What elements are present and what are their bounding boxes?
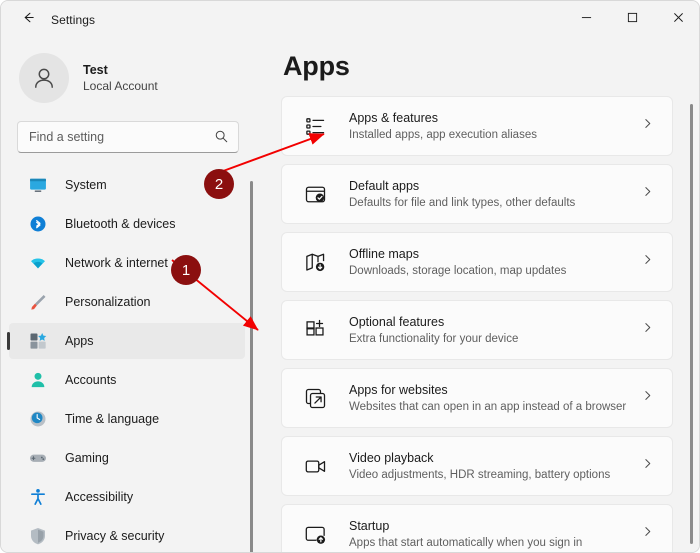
sidebar-item-label: Accounts [65, 373, 117, 387]
sidebar-item-accounts[interactable]: Accounts [9, 362, 245, 398]
sidebar-item-label: Personalization [65, 295, 151, 309]
sidebar-item-label: Time & language [65, 412, 160, 426]
card-subtitle: Extra functionality for your device [349, 332, 519, 345]
chevron-right-icon[interactable] [641, 321, 654, 339]
search-input[interactable] [29, 130, 204, 144]
account-type: Local Account [83, 78, 158, 93]
back-button[interactable] [13, 6, 43, 34]
settings-card-video-playback[interactable]: Video playback Video adjustments, HDR st… [281, 436, 673, 496]
content-scrollbar[interactable] [690, 104, 693, 544]
chevron-right-icon[interactable] [641, 185, 654, 203]
card-subtitle: Installed apps, app execution aliases [349, 128, 537, 141]
window-external-link-icon [302, 385, 328, 411]
gamepad-icon [27, 447, 49, 469]
card-subtitle: Defaults for file and link types, other … [349, 196, 576, 209]
window-controls [563, 1, 699, 39]
annotation-badge-2: 2 [204, 169, 234, 199]
list-bullets-icon [302, 113, 328, 139]
title-bar: Settings [1, 1, 699, 39]
settings-card-offline-maps[interactable]: Offline maps Downloads, storage location… [281, 232, 673, 292]
bluetooth-icon [27, 213, 49, 235]
content-pane: Apps Apps & features Installed apps, app… [253, 39, 699, 552]
sidebar-item-personalization[interactable]: Personalization [9, 284, 245, 320]
sidebar-item-label: Apps [65, 334, 94, 348]
account-name: Test [83, 62, 108, 77]
card-title: Offline maps [349, 246, 419, 261]
maximize-button[interactable] [609, 1, 655, 33]
startup-window-icon [302, 521, 328, 547]
sidebar-item-label: Privacy & security [65, 529, 165, 543]
close-button[interactable] [655, 1, 699, 33]
card-title: Apps & features [349, 110, 438, 125]
search-box[interactable] [17, 121, 239, 153]
search-icon [214, 129, 229, 149]
card-title: Video playback [349, 450, 434, 465]
account-section[interactable]: Test Local Account [19, 53, 253, 103]
settings-card-apps-for-websites[interactable]: Apps for websites Websites that can open… [281, 368, 673, 428]
sidebar-item-network-internet[interactable]: Network & internet [9, 245, 245, 281]
card-subtitle: Websites that can open in an app instead… [349, 400, 627, 413]
settings-card-list: Apps & features Installed apps, app exec… [253, 96, 699, 552]
annotation-badge-1: 1 [171, 255, 201, 285]
card-title: Optional features [349, 314, 445, 329]
back-arrow-icon [21, 10, 36, 30]
chevron-right-icon[interactable] [641, 525, 654, 543]
sidebar-item-accessibility[interactable]: Accessibility [9, 479, 245, 515]
window-title: Settings [51, 13, 96, 27]
card-title: Default apps [349, 178, 420, 193]
card-subtitle: Downloads, storage location, map updates [349, 264, 567, 277]
default-apps-check-icon [302, 181, 328, 207]
card-subtitle: Video adjustments, HDR streaming, batter… [349, 468, 611, 481]
sidebar-item-privacy-security[interactable]: Privacy & security [9, 518, 245, 552]
settings-card-apps-features[interactable]: Apps & features Installed apps, app exec… [281, 96, 673, 156]
sidebar-item-gaming[interactable]: Gaming [9, 440, 245, 476]
map-download-icon [302, 249, 328, 275]
sidebar-item-label: Network & internet [65, 256, 168, 270]
chevron-right-icon[interactable] [641, 457, 654, 475]
wifi-icon [27, 252, 49, 274]
chevron-right-icon[interactable] [641, 389, 654, 407]
sidebar: Test Local Account System Bluetooth & de… [1, 39, 253, 552]
sidebar-nav: System Bluetooth & devices Network & int… [1, 167, 253, 552]
sidebar-item-label: Gaming [65, 451, 109, 465]
sidebar-item-label: Bluetooth & devices [65, 217, 176, 231]
sidebar-item-time-language[interactable]: Time & language [9, 401, 245, 437]
shield-icon [27, 525, 49, 547]
system-display-icon [27, 174, 49, 196]
settings-card-optional-features[interactable]: Optional features Extra functionality fo… [281, 300, 673, 360]
paintbrush-icon [27, 291, 49, 313]
sidebar-item-label: System [65, 178, 107, 192]
minimize-button[interactable] [563, 1, 609, 33]
settings-card-default-apps[interactable]: Default apps Defaults for file and link … [281, 164, 673, 224]
settings-card-startup[interactable]: Startup Apps that start automatically wh… [281, 504, 673, 552]
accessibility-icon [27, 486, 49, 508]
card-subtitle: Apps that start automatically when you s… [349, 536, 583, 549]
chevron-right-icon[interactable] [641, 253, 654, 271]
page-title: Apps [283, 51, 350, 81]
apps-icon [27, 330, 49, 352]
video-camera-icon [302, 453, 328, 479]
sidebar-item-apps[interactable]: Apps [7, 323, 245, 359]
sidebar-item-bluetooth-devices[interactable]: Bluetooth & devices [9, 206, 245, 242]
card-title: Apps for websites [349, 382, 448, 397]
sidebar-item-label: Accessibility [65, 490, 134, 504]
card-title: Startup [349, 518, 390, 533]
settings-window: Settings Test Local Account Find a setti… [0, 0, 700, 553]
avatar [19, 53, 69, 103]
account-person-icon [27, 369, 49, 391]
clock-globe-icon [27, 408, 49, 430]
grid-plus-icon [302, 317, 328, 343]
chevron-right-icon[interactable] [641, 117, 654, 135]
